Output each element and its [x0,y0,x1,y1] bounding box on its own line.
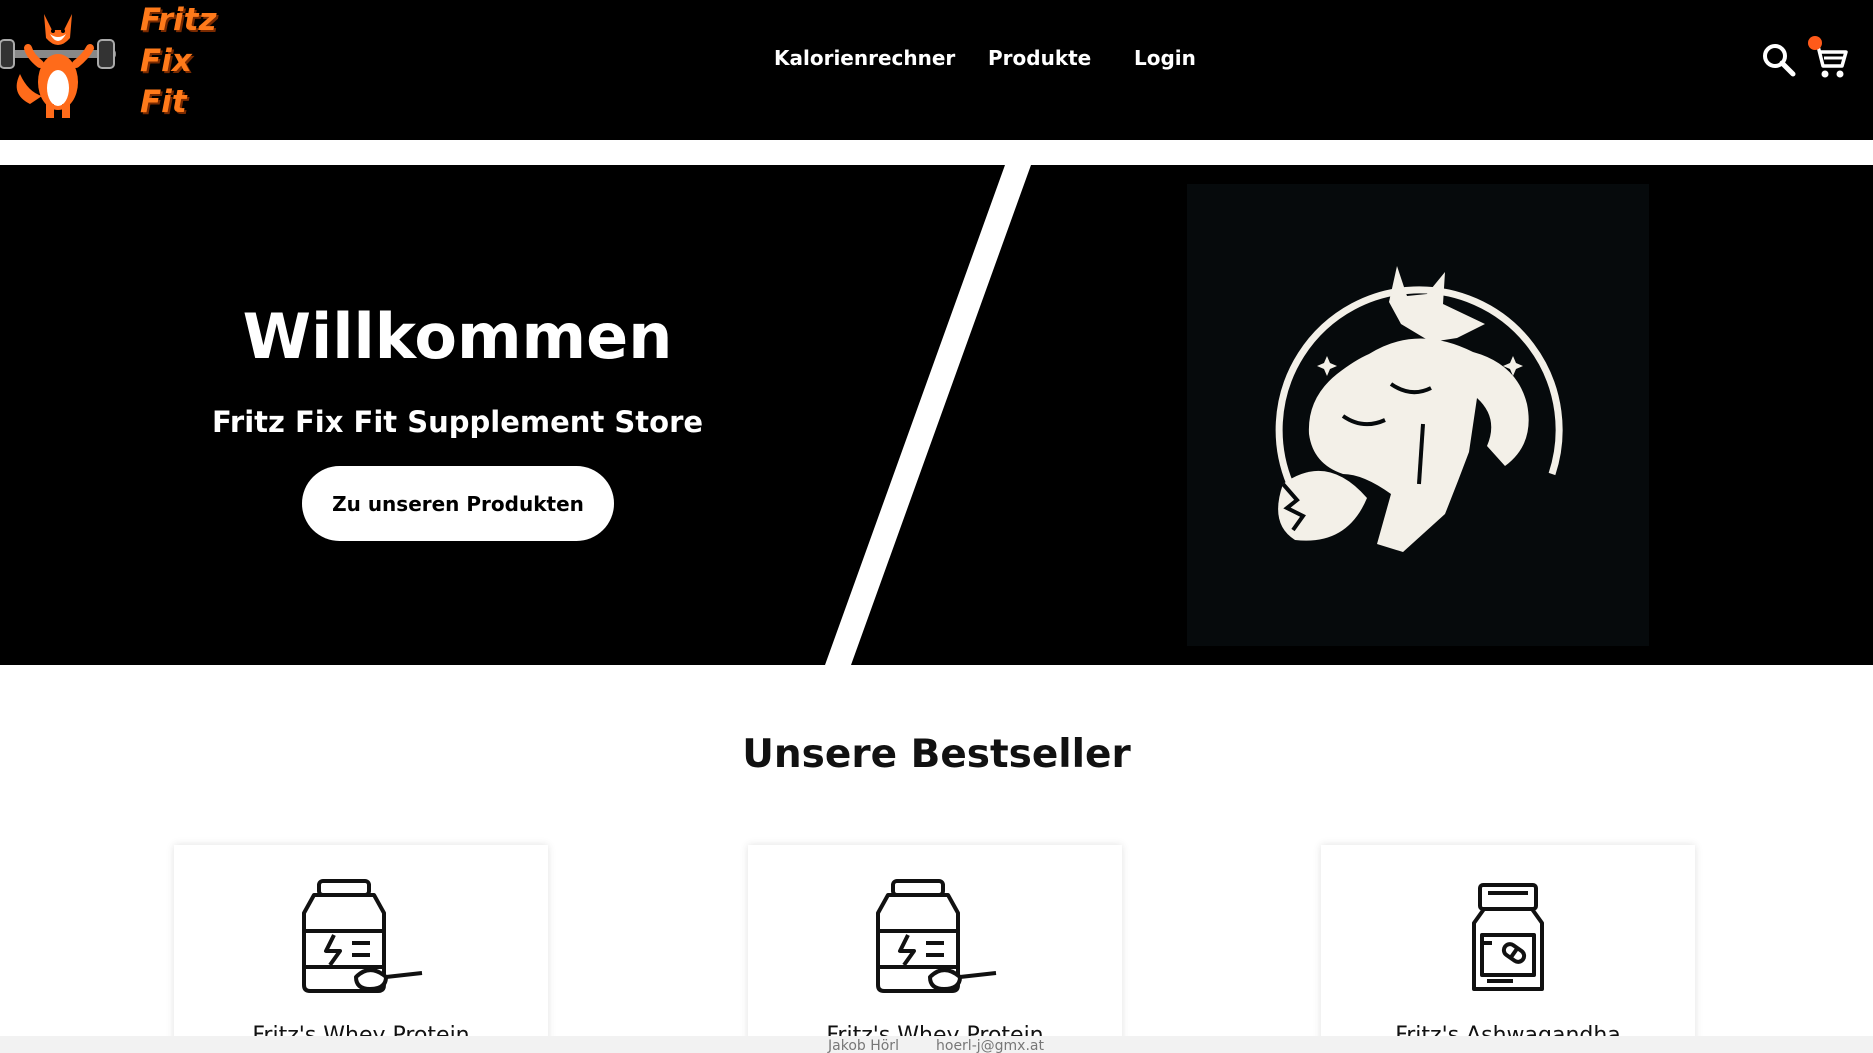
supplement-bottle-icon [1472,883,1544,991]
bestseller-title: Unsere Bestseller [742,732,1131,777]
nav-link-login[interactable]: Login [1134,46,1196,70]
muscular-fox-icon [1275,266,1563,552]
product-card[interactable]: Fritz's Whey Protein [174,845,548,1053]
footer-email-link[interactable]: hoerl-j@gmx.at [936,1038,1044,1053]
search-icon[interactable] [1762,43,1796,77]
main-nav: Kalorienrechner Produkte Login [0,46,1873,76]
footer-author: Jakob Hörl [828,1038,899,1053]
protein-jar-icon [876,879,997,993]
product-card[interactable]: Fritz's Ashwagandha [1321,845,1695,1053]
protein-jar-icon [302,879,423,993]
site-header: Fritz Fix Fit Kalorienrechner Produkte L… [0,0,1873,140]
hero-fox-image [1187,184,1649,646]
nav-link-produkte[interactable]: Produkte [988,46,1091,70]
cart-badge [1808,36,1822,50]
hero-subtitle: Fritz Fix Fit Supplement Store [211,405,704,439]
nav-link-kalorienrechner[interactable]: Kalorienrechner [774,46,955,70]
logo-word: Fit [140,84,187,120]
page: Fritz Fix Fit Kalorienrechner Produkte L… [0,0,1873,1053]
hero-banner: Willkommen Fritz Fix Fit Supplement Stor… [0,165,1873,665]
hero-title: Willkommen [242,300,673,373]
product-card[interactable]: Fritz's Whey Protein [748,845,1122,1053]
site-footer: Jakob Hörl hoerl-j@gmx.at [0,1036,1873,1053]
logo-word: Fritz [140,2,217,38]
products-cta-button[interactable]: Zu unseren Produkten [302,466,614,541]
